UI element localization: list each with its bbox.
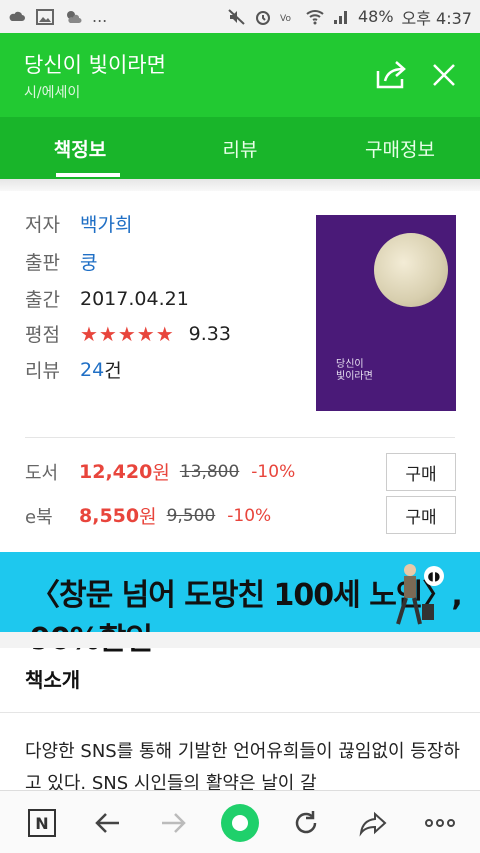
alarm-icon (255, 10, 270, 25)
ebook-price-unit: 원 (139, 506, 157, 528)
cover-title-line2: 빛이라면 (336, 371, 373, 382)
tab-review[interactable]: 리뷰 (160, 117, 320, 179)
publisher-link[interactable]: 쿵 (80, 248, 97, 275)
rating-stars: ★★★★★ (80, 321, 175, 346)
divider (25, 437, 455, 438)
rating-row: 평점 ★★★★★ 9.33 (25, 320, 231, 347)
publish-date: 2017.04.21 (80, 287, 189, 310)
forward-button[interactable] (155, 805, 191, 841)
book-category: 시/에세이 (24, 85, 81, 101)
svg-text:Vo: Vo (280, 14, 291, 24)
more-button[interactable] (422, 805, 458, 841)
ebook-discount: -10% (227, 505, 272, 526)
battery-level: 48% (357, 7, 394, 26)
share-arrow-icon (359, 811, 387, 837)
arrow-left-icon (95, 813, 119, 833)
close-icon[interactable] (426, 57, 462, 93)
buy-print-button[interactable]: 구매 (386, 453, 456, 491)
author-link[interactable]: 백가희 (80, 210, 132, 237)
app-header: 당신이 빛이라면 시/에세이 (0, 33, 480, 117)
arrow-right-icon (162, 813, 186, 833)
print-price-row: 도서 12,420 원 13,800 -10% (25, 458, 295, 485)
author-row: 저자 백가희 (25, 210, 132, 237)
weather-icon (67, 10, 82, 23)
signal-icon (333, 10, 347, 24)
review-row: 리뷰 24 건 (25, 356, 122, 383)
rating-value: 9.33 (188, 322, 231, 345)
print-price: 12,420 (79, 460, 153, 483)
svg-text:N: N (35, 814, 48, 833)
status-bar: ... Vo 48% 오후 4:37 (0, 0, 480, 33)
print-discount: -10% (251, 461, 296, 482)
intro-text: 다양한 SNS를 통해 기발한 언어유희들이 끊임없이 등장하고 있다. SNS… (25, 741, 460, 794)
green-dot-icon (221, 804, 259, 842)
intro-divider (0, 712, 480, 713)
refresh-icon (295, 811, 317, 834)
ebook-price: 8,550 (79, 504, 140, 527)
buy-ebook-button[interactable]: 구매 (386, 496, 456, 534)
publisher-label: 출판 (25, 252, 60, 274)
rating-label: 평점 (25, 324, 60, 346)
intro-title: 책소개 (25, 668, 81, 692)
headphone-icon: ◖◗ (424, 566, 444, 586)
moon-image (374, 233, 448, 307)
browser-bottom-bar: N (0, 790, 480, 853)
naver-n-icon: N (28, 809, 56, 837)
book-cover[interactable]: 당신이 빛이라면 (316, 215, 456, 411)
ebook-price-row: e북 8,550 원 9,500 -10% (25, 502, 271, 529)
print-label: 도서 (25, 462, 59, 484)
cloud-icon (9, 11, 25, 21)
green-dot-button[interactable] (220, 803, 260, 843)
tab-purchase-info[interactable]: 구매정보 (320, 117, 480, 179)
review-label: 리뷰 (25, 360, 60, 382)
ebook-original-price: 9,500 (166, 505, 216, 526)
ebook-label: e북 (25, 506, 53, 528)
tab-book-info[interactable]: 책정보 (0, 117, 160, 179)
more-dots-icon (425, 819, 455, 827)
tab-shadow (0, 179, 480, 191)
share-icon[interactable] (374, 57, 410, 93)
tab-bar: 책정보 리뷰 구매정보 (0, 117, 480, 179)
share-page-button[interactable] (355, 805, 391, 841)
status-more: ... (92, 7, 108, 26)
image-icon (36, 8, 54, 25)
book-title: 당신이 빛이라면 (24, 53, 166, 77)
wifi-icon (306, 9, 324, 24)
print-original-price: 13,800 (179, 461, 240, 482)
print-price-unit: 원 (152, 462, 170, 484)
naver-home-button[interactable]: N (24, 805, 60, 841)
review-count-link[interactable]: 24 (80, 359, 104, 381)
publisher-row: 출판 쿵 (25, 248, 97, 275)
date-row: 출간 2017.04.21 (25, 285, 189, 312)
status-right: Vo 48% 오후 4:37 (228, 5, 472, 29)
mute-icon (228, 8, 245, 25)
refresh-button[interactable] (288, 805, 324, 841)
date-label: 출간 (25, 289, 60, 311)
volte-icon: Vo (280, 14, 291, 24)
section-gap (0, 632, 480, 648)
review-unit: 건 (104, 360, 122, 382)
clock: 오후 4:37 (401, 8, 472, 28)
back-button[interactable] (90, 805, 126, 841)
status-left: ... (8, 7, 107, 26)
promo-banner[interactable]: 〈창문 넘어 도망친 100세 노인〉, 90%할인 ◖◗ (0, 552, 480, 657)
author-label: 저자 (25, 214, 60, 236)
